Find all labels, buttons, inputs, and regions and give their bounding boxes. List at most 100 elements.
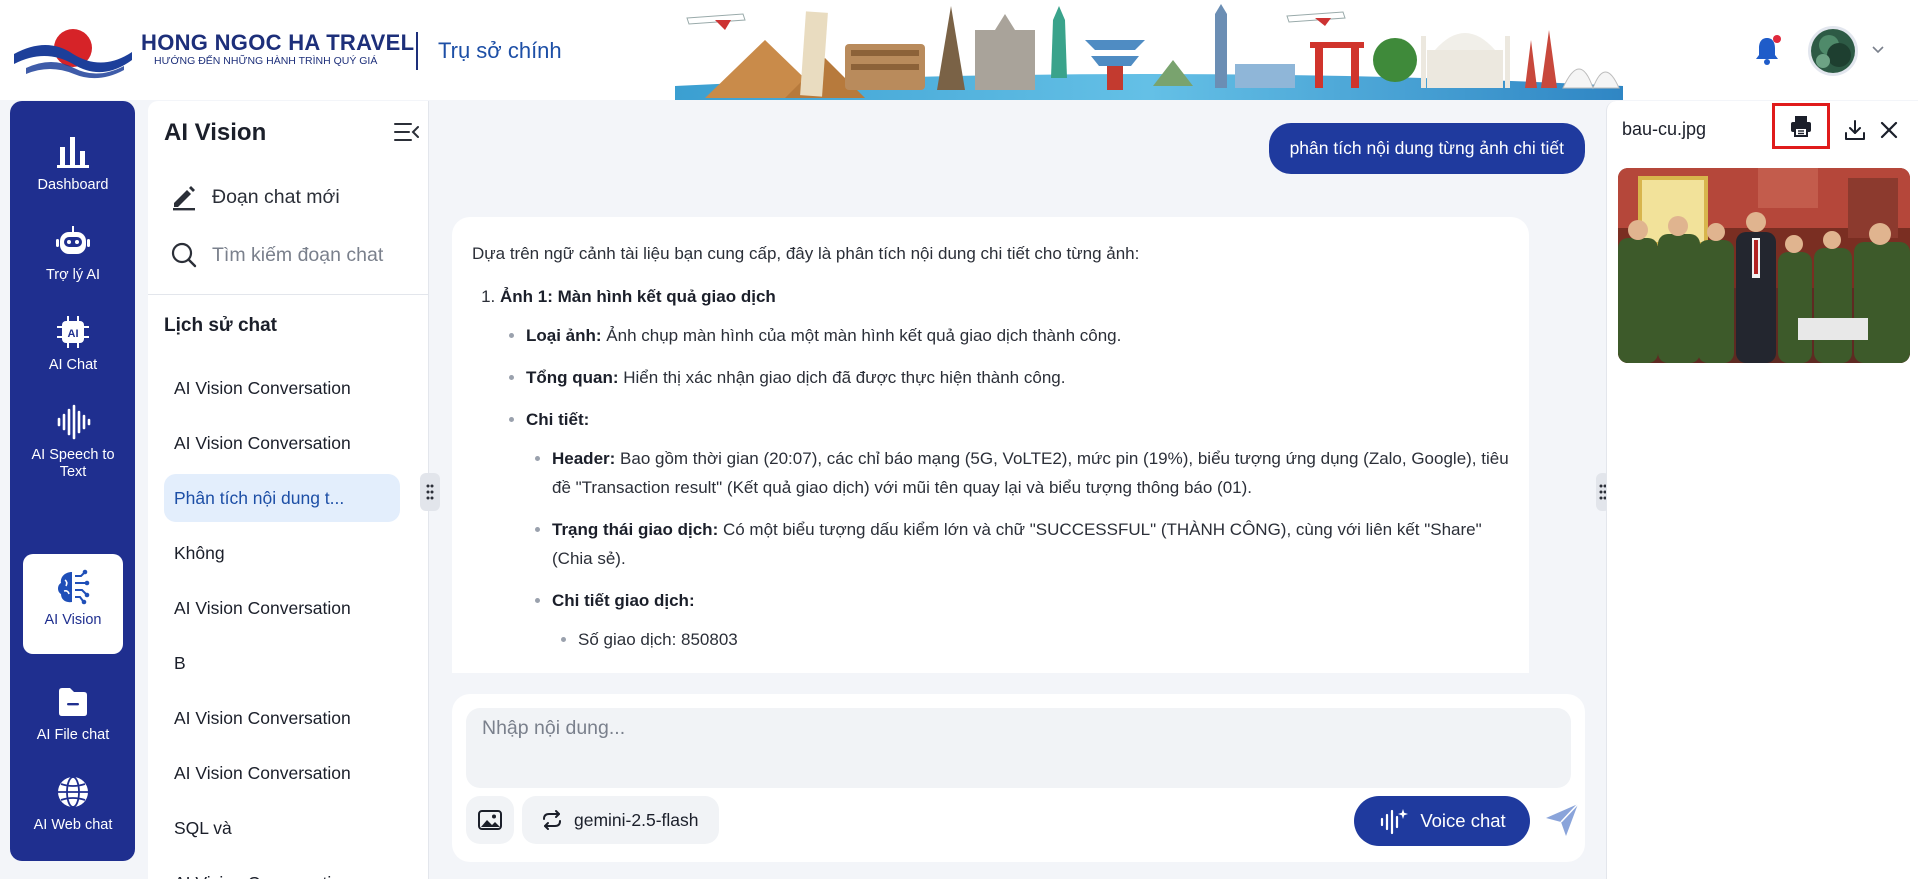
history-title: Lịch sử chat xyxy=(164,315,278,336)
history-item[interactable]: AI Vision Conversation xyxy=(164,364,400,412)
close-icon xyxy=(1880,121,1898,139)
analysis-item: Ảnh 1: Màn hình kết quả giao dịch Loại ả… xyxy=(500,282,1509,654)
history-item[interactable]: B xyxy=(164,639,400,687)
nav-item-dashboard[interactable]: Dashboard xyxy=(23,133,123,194)
nav-label: AI Speech to Text xyxy=(31,447,115,480)
bullet-item: Chi tiết: Header: Bao gồm thời gian (20:… xyxy=(526,405,1509,654)
nav-item-ai-speech-to-text[interactable]: AI Speech to Text xyxy=(23,403,123,481)
notification-bell-icon[interactable] xyxy=(1752,34,1782,66)
new-chat-button[interactable]: Đoạn chat mới xyxy=(170,179,415,215)
panel-title: AI Vision xyxy=(164,119,267,146)
bullet-text: Hiển thị xác nhận giao dịch đã được thực… xyxy=(618,368,1066,387)
history-item[interactable]: SQL và xyxy=(164,804,400,852)
attach-image-button[interactable] xyxy=(466,796,514,844)
bullet-item: Header: Bao gồm thời gian (20:07), các c… xyxy=(552,444,1509,502)
company-logo xyxy=(14,29,132,79)
image-preview-panel: bau-cu.jpg xyxy=(1606,101,1918,879)
history-item[interactable]: AI Vision Conversation xyxy=(164,419,400,467)
bullet-item: Trạng thái giao dịch: Có một biểu tượng … xyxy=(552,515,1509,573)
bullet-label: Chi tiết giao dịch: xyxy=(552,591,695,610)
svg-text:AI: AI xyxy=(68,328,79,340)
preview-image[interactable] xyxy=(1618,168,1910,363)
download-icon xyxy=(1845,120,1865,140)
bullet-item: Số giao dịch: 850803 xyxy=(578,625,1509,654)
nav-label: AI Chat xyxy=(48,357,98,373)
history-item[interactable]: AI Vision Conversation xyxy=(164,859,400,879)
panel-divider xyxy=(148,294,428,295)
bullet-label: Header: xyxy=(552,449,616,468)
travel-landmarks-banner xyxy=(675,4,1623,100)
voice-chat-button[interactable]: Voice chat xyxy=(1354,796,1530,846)
robot-icon xyxy=(56,226,90,254)
chat-main-area: phân tích nội dung từng ảnh chi tiết Dựa… xyxy=(420,101,1610,879)
bullet-label: Tổng quan: xyxy=(526,368,619,387)
nav-label: AI Web chat xyxy=(33,817,113,833)
ai-response-card: Dựa trên ngữ cảnh tài liệu bạn cung cấp,… xyxy=(452,217,1529,673)
nav-item-ai-chat[interactable]: AI AI Chat xyxy=(23,313,123,374)
nav-label: AI Vision xyxy=(44,612,102,628)
model-selector[interactable]: gemini-2.5-flash xyxy=(522,796,719,844)
drag-dots-icon xyxy=(426,484,434,500)
close-preview-button[interactable] xyxy=(1872,113,1906,147)
voice-sparkle-icon xyxy=(1381,809,1409,835)
nav-label: AI File chat xyxy=(36,727,110,743)
new-chat-label: Đoạn chat mới xyxy=(212,185,340,208)
section-title: Ảnh 1: Màn hình kết quả giao dịch xyxy=(500,287,776,306)
brand-tagline: HƯỚNG ĐẾN NHỮNG HÀNH TRÌNH QUÝ GIÁ xyxy=(154,55,378,67)
branch-label[interactable]: Trụ sở chính xyxy=(438,38,562,64)
ai-chip-icon: AI xyxy=(57,316,89,348)
search-chat-input[interactable]: Tìm kiếm đoạn chat xyxy=(170,237,415,273)
pencil-icon xyxy=(173,186,195,211)
bullet-item: Loại ảnh: Ảnh chụp màn hình của một màn … xyxy=(526,321,1509,350)
section-bullets: Loại ảnh: Ảnh chụp màn hình của một màn … xyxy=(500,321,1509,654)
collapse-sidebar-icon[interactable] xyxy=(392,119,420,145)
image-icon xyxy=(478,810,502,830)
detail-bullets: Header: Bao gồm thời gian (20:07), các c… xyxy=(526,444,1509,654)
sound-wave-icon xyxy=(57,404,91,440)
preview-file-name: bau-cu.jpg xyxy=(1622,119,1707,139)
model-name: gemini-2.5-flash xyxy=(574,809,699,830)
bullet-item: Chi tiết giao dịch: Số giao dịch: 850803 xyxy=(552,586,1509,654)
user-message-bubble: phân tích nội dung từng ảnh chi tiết xyxy=(1268,123,1585,174)
nav-label: Dashboard xyxy=(37,177,109,193)
bullet-label: Trạng thái giao dịch: xyxy=(552,520,719,539)
history-item[interactable]: AI Vision Conversation xyxy=(164,584,400,632)
globe-icon xyxy=(58,776,88,808)
voice-chat-label: Voice chat xyxy=(1420,810,1506,831)
history-item-active[interactable]: Phân tích nội dung t... xyxy=(164,474,400,522)
message-input[interactable] xyxy=(466,708,1571,788)
switch-model-icon xyxy=(543,810,561,830)
left-resize-handle[interactable] xyxy=(420,473,440,511)
election-photo xyxy=(1618,168,1910,363)
history-item[interactable]: Không xyxy=(164,529,400,577)
history-item[interactable]: AI Vision Conversation xyxy=(164,749,400,797)
nav-item-ai-file-chat[interactable]: AI File chat xyxy=(23,683,123,744)
message-composer: gemini-2.5-flash Voice chat xyxy=(452,694,1585,862)
bullet-text: Bao gồm thời gian (20:07), các chỉ báo m… xyxy=(552,449,1509,497)
chat-history-panel: AI Vision Đoạn chat mới Tìm kiếm đoạn ch… xyxy=(148,101,429,879)
nav-item-tro-ly-ai[interactable]: Trợ lý AI xyxy=(23,223,123,284)
download-button[interactable] xyxy=(1838,113,1872,147)
history-item[interactable]: AI Vision Conversation xyxy=(164,694,400,742)
notification-dot xyxy=(1773,35,1781,43)
brand-name: HONG NGOC HA TRAVEL xyxy=(141,30,415,55)
printer-icon xyxy=(1791,116,1811,137)
nav-label: Trợ lý AI xyxy=(45,267,101,283)
nav-item-ai-vision[interactable]: AI Vision xyxy=(23,554,123,654)
folder-icon xyxy=(59,688,87,716)
send-icon[interactable] xyxy=(1542,800,1582,840)
top-header: HONG NGOC HA TRAVEL HƯỚNG ĐẾN NHỮNG HÀNH… xyxy=(0,0,1918,100)
main-nav: Dashboard Trợ lý AI AI AI Chat AI Speech… xyxy=(10,101,135,861)
header-divider xyxy=(416,32,418,70)
brain-circuit-icon xyxy=(58,569,90,605)
chevron-down-icon[interactable] xyxy=(1870,42,1886,58)
ai-intro-text: Dựa trên ngữ cảnh tài liệu bạn cung cấp,… xyxy=(472,244,1140,263)
analysis-list: Ảnh 1: Màn hình kết quả giao dịch Loại ả… xyxy=(472,282,1509,654)
tx-bullets: Số giao dịch: 850803 xyxy=(552,625,1509,654)
bullet-label: Loại ảnh: xyxy=(526,326,602,345)
nav-item-ai-web-chat[interactable]: AI Web chat xyxy=(23,773,123,834)
user-avatar[interactable] xyxy=(1808,26,1858,76)
search-icon xyxy=(171,242,197,268)
bullet-label: Chi tiết: xyxy=(526,410,590,429)
print-button[interactable] xyxy=(1772,103,1830,149)
